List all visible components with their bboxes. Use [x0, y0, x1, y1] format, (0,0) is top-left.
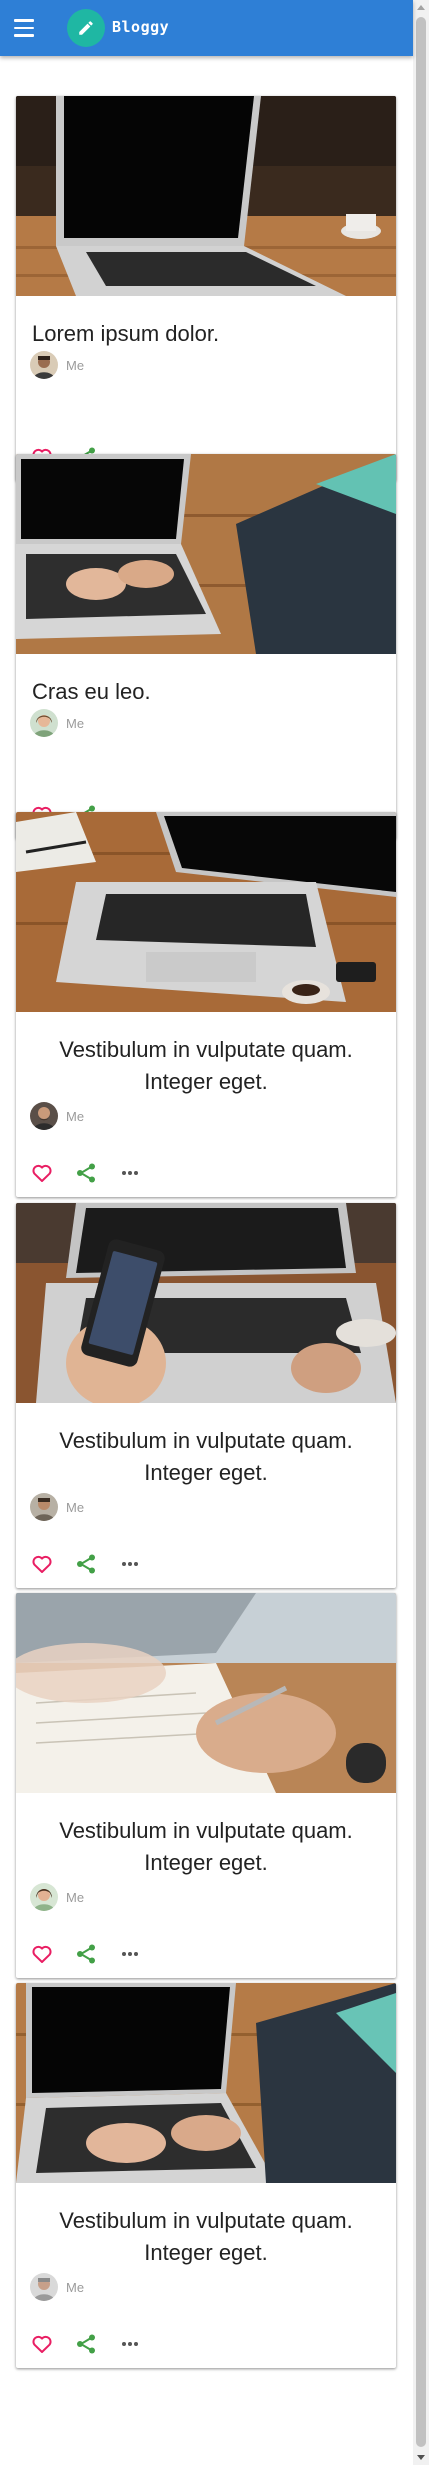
app-title: Bloggy — [112, 18, 170, 36]
heart-icon[interactable] — [30, 1942, 54, 1966]
post-image-typing-on-laptop-side-view[interactable] — [16, 1983, 396, 2183]
share-icon[interactable] — [74, 1161, 98, 1185]
author-avatar — [30, 1493, 58, 1521]
post-card[interactable]: Lorem ipsum dolor. Me — [16, 96, 396, 481]
author-name: Me — [66, 1500, 85, 1515]
more-horizontal-icon[interactable] — [118, 1161, 142, 1185]
share-icon[interactable] — [74, 2332, 98, 2356]
logo[interactable] — [67, 9, 105, 47]
more-horizontal-icon[interactable] — [118, 1942, 142, 1966]
share-icon[interactable] — [74, 1552, 98, 1576]
post-title[interactable]: Vestibulum in vulputate quam. Integer eg… — [32, 1425, 380, 1489]
post-image-hands-typing-on-laptop[interactable] — [16, 454, 396, 654]
post-title[interactable]: Lorem ipsum dolor. — [32, 318, 380, 350]
more-horizontal-icon[interactable] — [118, 1552, 142, 1576]
scroll-down-arrow[interactable] — [417, 2455, 425, 2460]
scrollbar[interactable] — [413, 0, 429, 2465]
menu-icon[interactable] — [14, 19, 34, 37]
author-avatar — [30, 351, 58, 379]
post-image-laptop-on-wooden-desk[interactable] — [16, 96, 396, 296]
more-horizontal-icon[interactable] — [118, 2332, 142, 2356]
app-bar: Bloggy — [0, 0, 413, 56]
author-name: Me — [66, 358, 85, 373]
post-image-laptop-with-coffee-cup[interactable] — [16, 812, 396, 1012]
post-title[interactable]: Cras eu leo. — [32, 676, 380, 708]
share-icon[interactable] — [74, 1942, 98, 1966]
post-image-hand-writing-with-pen[interactable] — [16, 1593, 396, 1793]
card-actions — [16, 1540, 396, 1588]
post-image-hand-holding-smartphone[interactable] — [16, 1203, 396, 1403]
author-name: Me — [66, 1890, 85, 1905]
heart-icon[interactable] — [30, 1161, 54, 1185]
post-card[interactable]: Vestibulum in vulputate quam. Integer eg… — [16, 1983, 396, 2368]
heart-icon[interactable] — [30, 2332, 54, 2356]
author-name: Me — [66, 1109, 85, 1124]
heart-icon[interactable] — [30, 1552, 54, 1576]
scroll-up-arrow[interactable] — [417, 5, 425, 10]
card-actions — [16, 1149, 396, 1197]
author-avatar — [30, 709, 58, 737]
author-avatar — [30, 1102, 58, 1130]
pencil-icon — [79, 21, 93, 35]
post-title[interactable]: Vestibulum in vulputate quam. Integer eg… — [32, 1034, 380, 1098]
scroll-thumb[interactable] — [416, 17, 426, 2447]
author-avatar — [30, 2273, 58, 2301]
post-title[interactable]: Vestibulum in vulputate quam. Integer eg… — [32, 1815, 380, 1879]
post-card[interactable]: Vestibulum in vulputate quam. Integer eg… — [16, 1593, 396, 1978]
post-title[interactable]: Vestibulum in vulputate quam. Integer eg… — [32, 2205, 380, 2269]
card-actions — [16, 2320, 396, 2368]
author-avatar — [30, 1883, 58, 1911]
post-card[interactable]: Vestibulum in vulputate quam. Integer eg… — [16, 812, 396, 1197]
card-actions — [16, 1930, 396, 1978]
author-name: Me — [66, 716, 85, 731]
post-card[interactable]: Vestibulum in vulputate quam. Integer eg… — [16, 1203, 396, 1588]
post-card[interactable]: Cras eu leo. Me — [16, 454, 396, 839]
author-name: Me — [66, 2280, 85, 2295]
